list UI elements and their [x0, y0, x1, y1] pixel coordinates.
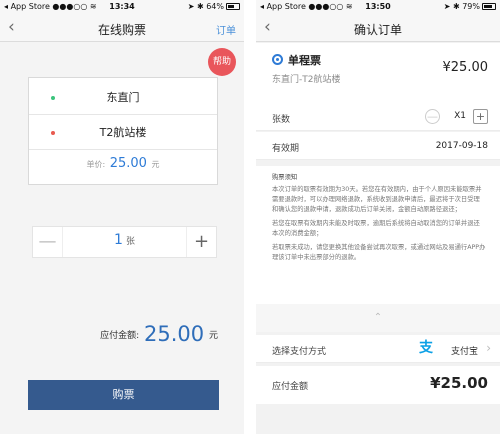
- unit-price-label: 单价:: [86, 160, 106, 169]
- quantity-value: 1: [114, 232, 123, 248]
- left-phone-screen: ◂ App Store ●●●○○ ≋ 13:34 ➤ ✱ 64% ‹ 在线购票…: [0, 0, 244, 434]
- total-unit: 元: [208, 331, 218, 341]
- location-arrow-icon: ➤: [187, 2, 195, 11]
- page-title: 确认订单: [353, 23, 402, 37]
- payment-label: 选择支付方式: [272, 347, 327, 357]
- chevron-up-icon: ⌃: [373, 312, 383, 323]
- bluetooth-icon: ✱: [196, 2, 204, 11]
- total-label: 应付金额:: [100, 331, 140, 341]
- battery-icon: [226, 3, 240, 10]
- status-right: ➤ ✱ 64%: [188, 2, 240, 11]
- buy-ticket-button[interactable]: 购票: [28, 380, 219, 410]
- total-label: 应付金额: [272, 382, 309, 392]
- station-from-label: 东直门: [106, 91, 140, 104]
- battery-fill: [484, 5, 493, 8]
- bluetooth-icon: ✱: [452, 2, 460, 11]
- alipay-icon: 支: [419, 340, 433, 356]
- total-row: 应付金额 ¥25.00: [256, 366, 500, 404]
- status-bar: ◂ App Store ●●●○○ ≋ 13:50 ➤ ✱ 79%: [256, 0, 500, 14]
- destination-dot-icon: [51, 131, 55, 135]
- quantity-stepper: — 1张 +: [32, 226, 217, 258]
- location-arrow-icon: ➤: [443, 2, 451, 11]
- ticket-price: ¥25.00: [442, 60, 489, 75]
- count-decrement-button[interactable]: —: [425, 109, 440, 124]
- validity-row: 有效期 2017-09-18: [256, 132, 500, 160]
- ticket-summary: 单程票 东直门-T2航站楼 ¥25.00: [256, 43, 500, 103]
- purchase-notice: 购票须知 本次订单的取票有效期为30天。若您在有效期内，由于个人原因未能取票并需…: [256, 166, 500, 304]
- validity-date: 2017-09-18: [435, 141, 488, 151]
- count-increment-button[interactable]: +: [473, 109, 488, 124]
- nav-bar: ‹ 确认订单: [256, 14, 500, 42]
- ticket-count-row: 张数 — X1 +: [256, 103, 500, 131]
- battery-percent: 79%: [462, 2, 480, 11]
- total-value: 25.00: [143, 322, 205, 346]
- help-button[interactable]: 帮助: [208, 48, 236, 76]
- quantity-unit: 张: [125, 237, 135, 247]
- status-bar: ◂ App Store ●●●○○ ≋ 13:34 ➤ ✱ 64%: [0, 0, 244, 14]
- notice-title: 购票须知: [272, 174, 298, 181]
- station-to-label: T2航站楼: [99, 126, 147, 139]
- increment-button[interactable]: +: [186, 227, 216, 257]
- battery-icon: [482, 3, 496, 10]
- payment-method-row[interactable]: 选择支付方式 支 支付宝 ›: [256, 335, 500, 363]
- total-value: ¥25.00: [430, 374, 488, 392]
- page-title: 在线购票: [97, 23, 146, 37]
- payment-method-name: 支付宝: [450, 347, 478, 357]
- ticket-circle-icon: [272, 54, 283, 65]
- notice-paragraph: 若您在取票有效期内未能及时取票，逾期后系统将自动取消您的订单并退还本次的消费金额…: [272, 220, 480, 237]
- count-label: 张数: [272, 115, 291, 125]
- nav-bar: ‹ 在线购票 订单: [0, 14, 244, 42]
- notice-paragraph: 本次订单的取票有效期为30天。若您在有效期内，由于个人原因未能取票并需要退款时，…: [272, 186, 482, 213]
- battery-percent: 64%: [206, 2, 224, 11]
- quantity-display: 1张: [63, 232, 186, 248]
- validity-label: 有效期: [272, 144, 300, 154]
- chevron-right-icon: ›: [486, 341, 491, 355]
- unit-price-currency: 元: [151, 160, 160, 169]
- ticket-name: 单程票: [288, 54, 321, 67]
- right-phone-screen: ◂ App Store ●●●○○ ≋ 13:50 ➤ ✱ 79% ‹ 确认订单…: [256, 0, 500, 434]
- station-from[interactable]: 东直门: [29, 81, 217, 115]
- decrement-button[interactable]: —: [33, 227, 63, 257]
- collapse-toggle[interactable]: ⌃: [256, 304, 500, 332]
- count-value: X1: [454, 111, 466, 121]
- total-amount: 应付金额: 25.00 元: [100, 322, 218, 346]
- battery-fill: [228, 5, 235, 8]
- status-right: ➤ ✱ 79%: [444, 2, 496, 11]
- unit-price-value: 25.00: [109, 156, 147, 171]
- ticket-route: 东直门-T2航站楼: [272, 75, 341, 85]
- orders-link[interactable]: 订单: [216, 22, 236, 37]
- unit-price: 单价: 25.00 元: [29, 156, 217, 171]
- origin-dot-icon: [51, 96, 55, 100]
- station-to[interactable]: T2航站楼: [29, 116, 217, 150]
- notice-paragraph: 若取票未成功，请您更换其他设备尝试再次取票，或通过网站及易通行APP办理该订单中…: [272, 244, 486, 261]
- route-card: 东直门 T2航站楼 单价: 25.00 元: [28, 77, 218, 185]
